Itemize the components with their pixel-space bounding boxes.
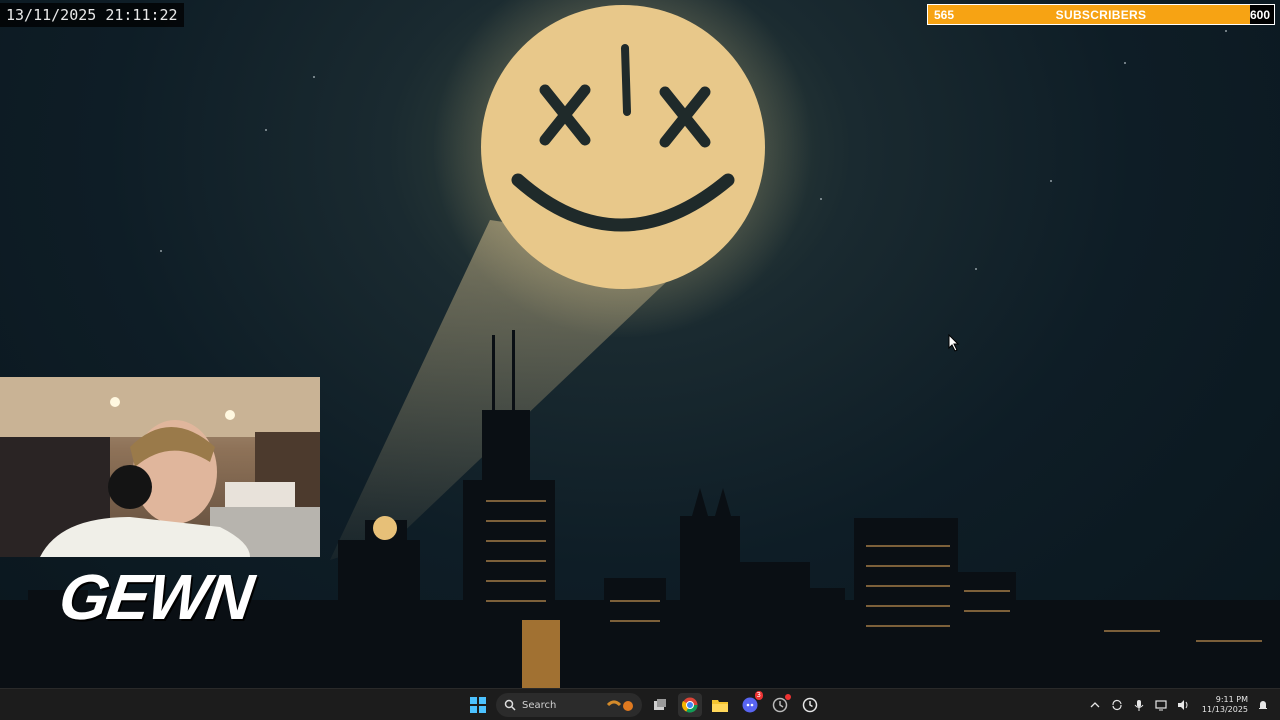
- app-button[interactable]: [768, 693, 792, 717]
- sync-icon[interactable]: [1110, 698, 1124, 712]
- chrome-button[interactable]: [678, 693, 702, 717]
- folder-icon: [712, 700, 728, 712]
- mouse-cursor-icon: [948, 334, 960, 352]
- search-icon: [504, 699, 516, 711]
- taskbar-pinned-apps: Search 3: [466, 691, 822, 718]
- clock-app-button[interactable]: [798, 693, 822, 717]
- discord-icon: [742, 697, 758, 713]
- subscriber-goal: 600: [1249, 8, 1270, 22]
- subscriber-goal-bar: 565 SUBSCRIBERS 600: [927, 4, 1275, 25]
- search-highlight-icon: [606, 700, 633, 711]
- discord-button[interactable]: 3: [738, 691, 763, 717]
- system-tray: 9:11 PM 11/13/2025: [1088, 692, 1270, 718]
- notification-bell-icon[interactable]: [1256, 698, 1270, 712]
- microphone-icon[interactable]: [1132, 698, 1146, 712]
- search-placeholder: Search: [522, 699, 557, 711]
- channel-logo: GEWN: [54, 561, 257, 633]
- taskbar: Search 3 9:11 PM 11/13/2025: [0, 688, 1280, 720]
- taskbar-date: 11/13/2025: [1201, 705, 1248, 714]
- volume-icon[interactable]: [1176, 698, 1190, 712]
- chrome-icon: [682, 697, 698, 713]
- chevron-up-icon[interactable]: [1088, 698, 1102, 712]
- app-notification-dot: [785, 694, 791, 700]
- stream-timestamp: 13/11/2025 21:11:22: [0, 3, 184, 27]
- streamer-webcam-image: [0, 377, 320, 557]
- webcam-feed: [0, 377, 320, 557]
- discord-notification-badge: 3: [754, 691, 763, 700]
- file-explorer-button[interactable]: [708, 693, 732, 717]
- task-view-icon: [654, 699, 666, 710]
- network-icon[interactable]: [1154, 698, 1168, 712]
- task-view-button[interactable]: [648, 693, 672, 717]
- taskbar-search-box[interactable]: Search: [496, 693, 642, 717]
- taskbar-time: 9:11 PM: [1215, 695, 1248, 704]
- windows-logo-icon: [470, 697, 486, 713]
- start-button[interactable]: [466, 693, 490, 717]
- taskbar-clock[interactable]: 9:11 PM 11/13/2025: [1202, 695, 1248, 715]
- subscriber-label: SUBSCRIBERS: [1055, 8, 1147, 22]
- clock-icon: [802, 697, 818, 713]
